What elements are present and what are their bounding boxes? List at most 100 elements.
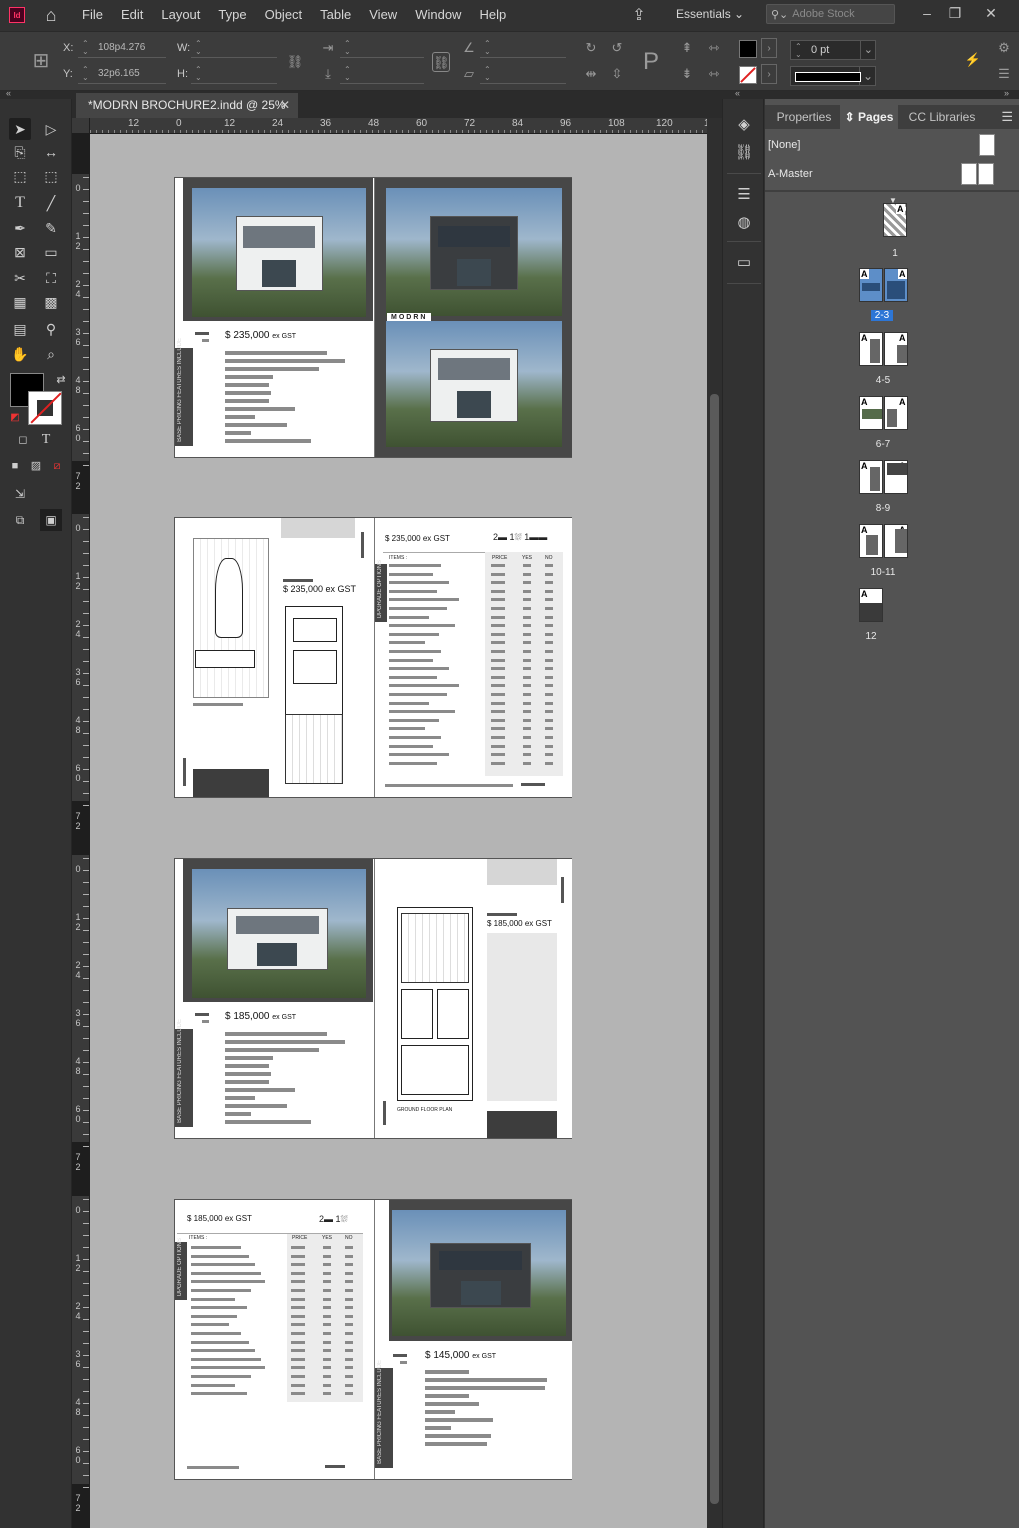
collapse-panels-icon[interactable]: » xyxy=(1004,88,1009,98)
hand-tool-icon[interactable]: ✋ xyxy=(9,343,31,365)
scale-x-icon[interactable]: ⇥ xyxy=(318,38,338,58)
y-field[interactable]: ⌃ ⌄ 32p6.165 xyxy=(78,64,166,84)
spread-6-7[interactable]: BASE PRICING FEATURES INCLUDE $ 185,000 … xyxy=(174,858,572,1139)
menu-type[interactable]: Type xyxy=(209,0,255,30)
zoom-tool-icon[interactable]: ⌕ xyxy=(40,343,62,365)
stroke-type-dropdown[interactable]: ⌄ xyxy=(790,66,876,86)
page-3[interactable]: MODRN xyxy=(374,178,572,457)
page-thumb-1[interactable]: A xyxy=(883,203,907,237)
stroke-weight-field[interactable]: ⌃ ⌄ 0 pt ⌄ xyxy=(790,40,876,60)
scale-y-field[interactable]: ⌃ ⌄ xyxy=(340,64,424,84)
apply-none-icon[interactable]: ⧄ xyxy=(46,455,68,477)
stroke-color-swatch[interactable] xyxy=(28,391,62,425)
free-transform-tool-icon[interactable]: ⛶ xyxy=(40,267,62,289)
adobe-stock-search[interactable]: ⚲⌄ Adobe Stock xyxy=(766,4,895,24)
page-thumb-10[interactable]: A xyxy=(859,524,883,558)
default-fill-stroke-icon[interactable]: ◩ xyxy=(4,407,26,429)
close-window-icon[interactable]: ✕ xyxy=(977,2,1005,26)
apply-gradient-icon[interactable]: ▨ xyxy=(25,455,47,477)
flip-vertical-icon[interactable]: ⇳ xyxy=(607,64,627,84)
flip-horizontal-icon[interactable]: ⇹ xyxy=(581,64,601,84)
content-collector-icon[interactable]: ⬚ xyxy=(9,165,31,187)
w-field[interactable]: ⌃ ⌄ xyxy=(191,38,277,58)
quick-actions-icon[interactable]: ⚡ xyxy=(963,50,983,70)
restore-icon[interactable]: ❐ xyxy=(941,2,969,26)
menu-edit[interactable]: Edit xyxy=(112,0,152,30)
page-9[interactable]: BASE PRICING FEATURES INCLUDE $ 145,000 … xyxy=(374,1200,572,1479)
page-tool-icon[interactable]: ⎘ xyxy=(9,141,31,163)
pencil-tool-icon[interactable]: ✎ xyxy=(40,217,62,239)
line-tool-icon[interactable]: ╱ xyxy=(40,192,62,214)
minimize-icon[interactable]: – xyxy=(913,2,941,26)
collapse-tools-icon[interactable]: « xyxy=(6,88,11,98)
page-7[interactable]: GROUND FLOOR PLAN $ 185,000 ex GST xyxy=(374,859,572,1138)
page-6[interactable]: BASE PRICING FEATURES INCLUDE $ 185,000 … xyxy=(175,859,373,1138)
menu-window[interactable]: Window xyxy=(406,0,470,30)
horizontal-ruler[interactable]: 12 0 12 24 36 48 60 72 84 96 108 120 1 xyxy=(90,118,707,134)
house-photo[interactable] xyxy=(386,188,562,316)
type-tool-icon[interactable]: T xyxy=(9,192,31,214)
pen-tool-icon[interactable]: ✒ xyxy=(9,217,31,239)
gap-tool-icon[interactable]: ↔ xyxy=(40,141,62,163)
rotate-cw-icon[interactable]: ↻ xyxy=(581,38,601,58)
master-none[interactable]: [None] xyxy=(765,131,1019,159)
rectangle-frame-tool-icon[interactable]: ⊠ xyxy=(9,241,31,263)
selection-tool-icon[interactable]: ➤ xyxy=(9,118,31,140)
page-thumb-7[interactable]: A xyxy=(884,396,908,430)
h-field[interactable]: ⌃ ⌄ xyxy=(191,64,277,84)
document-tab[interactable]: *MODRN BROCHURE2.indd @ 25% ✕ xyxy=(76,93,298,118)
spread-8-9[interactable]: $ 185,000 ex GST 2▬ 1⛆ UPGRADE OPTIONS I… xyxy=(174,1199,572,1480)
links-icon[interactable]: ⛓ xyxy=(734,143,754,163)
select-container-icon[interactable]: ⇞ xyxy=(677,38,697,58)
menu-object[interactable]: Object xyxy=(256,0,312,30)
eyedropper-tool-icon[interactable]: ⚲ xyxy=(40,318,62,340)
select-next-icon[interactable]: ⇿ xyxy=(704,64,724,84)
home-icon[interactable]: ⌂ xyxy=(41,5,61,25)
house-photo[interactable] xyxy=(192,869,366,998)
layers-icon[interactable]: ◈ xyxy=(734,115,754,135)
shear-angle-icon[interactable]: ▱ xyxy=(459,64,479,84)
workspace-switcher[interactable]: Essentials ⌄ xyxy=(676,7,744,21)
page-thumb-6[interactable]: A xyxy=(859,396,883,430)
page-thumb-2[interactable]: A xyxy=(859,268,883,302)
rotate-ccw-icon[interactable]: ↺ xyxy=(607,38,627,58)
vertical-ruler[interactable]: 0 12 24 36 48 60 72 0 12 24 36 48 60 72 0 12 24 36 48 60 72 0… xyxy=(72,134,90,1528)
expand-panels-icon[interactable]: « xyxy=(735,88,740,98)
select-previous-icon[interactable]: ⇿ xyxy=(704,38,724,58)
tab-cc-libraries[interactable]: CC Libraries xyxy=(907,105,977,129)
panel-menu-icon[interactable]: ☰ xyxy=(994,64,1014,84)
house-photo[interactable] xyxy=(386,321,562,447)
page-thumb-3[interactable]: A xyxy=(884,268,908,302)
page-5[interactable]: $ 235,000 ex GST 2▬ 1⛆ 1▬▬ UPGRADE OPTIO… xyxy=(374,518,572,797)
swap-fill-stroke-icon[interactable]: ⇄ xyxy=(50,369,72,391)
page-8[interactable]: $ 185,000 ex GST 2▬ 1⛆ UPGRADE OPTIONS I… xyxy=(175,1200,373,1479)
page-thumb-8[interactable]: A xyxy=(859,460,883,494)
rotate-field[interactable]: ⌃ ⌄ xyxy=(480,38,566,58)
preview-view-icon[interactable]: ▣ xyxy=(40,509,62,531)
constrain-scale-icon[interactable]: ⛓ xyxy=(432,52,450,72)
formatting-text-icon[interactable]: T xyxy=(35,429,57,451)
fill-swatch[interactable] xyxy=(739,40,757,58)
x-field[interactable]: ⌃ ⌄ 108p4.276 xyxy=(78,38,166,58)
spread-4-5[interactable]: $ 235,000 ex GST $ 235,000 ex GST 2▬ 1⛆ … xyxy=(174,517,572,798)
page-thumb-4[interactable]: A xyxy=(859,332,883,366)
page-thumb-11[interactable]: A xyxy=(884,524,908,558)
reference-point-icon[interactable]: ⊞ xyxy=(28,46,54,76)
tab-pages[interactable]: ⇕ Pages xyxy=(840,105,898,129)
page-thumb-12[interactable]: A xyxy=(859,588,883,622)
select-content-icon[interactable]: ⇟ xyxy=(677,64,697,84)
comments-icon[interactable]: ▭ xyxy=(734,253,754,273)
scissors-tool-icon[interactable]: ✂ xyxy=(9,267,31,289)
shear-field[interactable]: ⌃ ⌄ xyxy=(480,64,566,84)
page-2[interactable]: BASE PRICING FEATURES INCLUDE $ 235,000 … xyxy=(175,178,373,457)
close-icon[interactable]: ✕ xyxy=(280,93,290,118)
menu-file[interactable]: File xyxy=(73,0,112,30)
gradient-feather-tool-icon[interactable]: ▩ xyxy=(40,291,62,313)
fill-chevron-icon[interactable]: › xyxy=(761,38,777,58)
vertical-scrollbar[interactable] xyxy=(707,118,722,1528)
gradient-swatch-tool-icon[interactable]: ▦ xyxy=(9,291,31,313)
page-4[interactable]: $ 235,000 ex GST xyxy=(175,518,373,797)
tab-properties[interactable]: Properties xyxy=(771,105,837,129)
spread-2-3[interactable]: BASE PRICING FEATURES INCLUDE $ 235,000 … xyxy=(174,177,572,458)
share-icon[interactable]: ⇪ xyxy=(629,5,649,25)
